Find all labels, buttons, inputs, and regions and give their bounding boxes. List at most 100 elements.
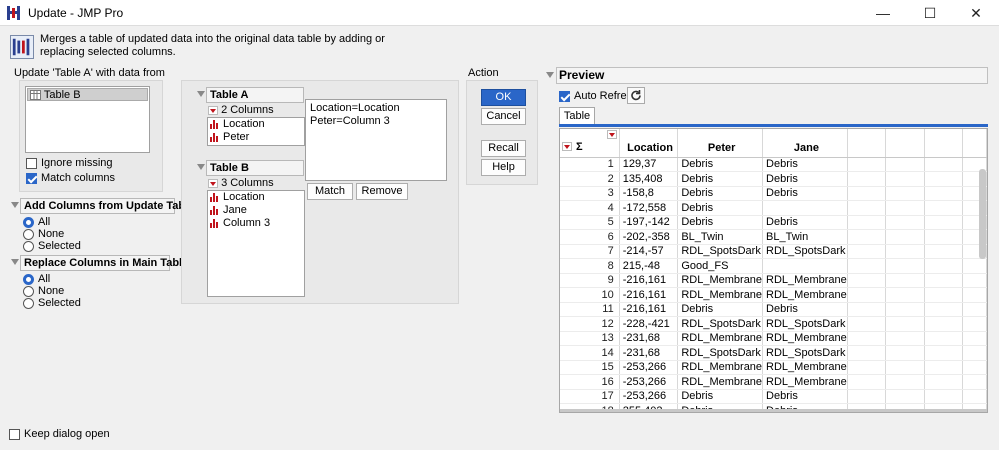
checkbox-box[interactable] [559, 90, 570, 102]
table-row[interactable]: 5 -197,-142 Debris Debris [560, 215, 987, 230]
cell-peter[interactable]: Debris [677, 157, 764, 172]
cell-jane[interactable]: RDL_Membrane [762, 374, 848, 390]
cell-peter[interactable]: RDL_SpotsDark [677, 345, 764, 361]
sigma-icon[interactable]: Σ [576, 141, 583, 153]
radio-dot[interactable] [23, 216, 34, 228]
ignore-missing-checkbox[interactable]: Ignore missing [26, 157, 113, 169]
cell-location[interactable]: 135,408 [619, 171, 679, 187]
row-number[interactable]: 3 [560, 186, 620, 201]
row-number[interactable]: 16 [560, 374, 620, 390]
collapse-triangle-icon[interactable] [197, 91, 205, 97]
table-row[interactable]: 16 -253,266 RDL_Membrane RDL_Membrane [560, 374, 987, 390]
table-row[interactable]: 1 129,37 Debris Debris [560, 157, 987, 172]
column-header-peter[interactable]: Peter [677, 129, 764, 158]
table-row[interactable]: 9 -216,161 RDL_Membrane RDL_Membrane [560, 273, 987, 288]
cell-location[interactable]: 215,-48 [619, 258, 679, 274]
cell-peter[interactable]: RDL_SpotsDark [677, 316, 764, 332]
match-columns-checkbox[interactable]: Match columns [26, 172, 115, 184]
cell-peter[interactable]: BL_Twin [677, 229, 764, 245]
cell-location[interactable]: -214,-57 [619, 244, 679, 259]
table-row[interactable]: 10 -216,161 RDL_Membrane RDL_Membrane [560, 287, 987, 303]
red-triangle-menu-icon[interactable] [208, 105, 218, 115]
cell-jane[interactable]: Debris [762, 215, 848, 230]
radio-dot[interactable] [23, 297, 34, 309]
column-header-location[interactable]: Location [619, 129, 679, 158]
collapse-triangle-icon[interactable] [546, 72, 554, 78]
cell-location[interactable]: -202,-358 [619, 229, 679, 245]
cell-peter[interactable]: Debris [677, 200, 764, 216]
preview-data-grid[interactable]: Σ Location Peter Jane 1 129,37 Debris Debri… [559, 128, 988, 413]
row-number[interactable]: 2 [560, 171, 620, 187]
cell-peter[interactable]: RDL_Membrane [677, 287, 764, 303]
tab-table-a[interactable]: Table A [559, 107, 595, 139]
list-item[interactable]: Column 3 [208, 217, 304, 230]
matched-columns-list[interactable]: Location=Location Peter=Column 3 [305, 99, 447, 181]
cell-location[interactable]: -197,-142 [619, 215, 679, 230]
row-number[interactable]: 9 [560, 273, 620, 288]
red-triangle-menu-icon[interactable] [208, 178, 218, 188]
refresh-button[interactable] [627, 87, 645, 104]
list-item[interactable]: Location [208, 118, 304, 131]
table-a-column-list[interactable]: Location Peter [207, 117, 305, 146]
keep-dialog-open-checkbox[interactable]: Keep dialog open [9, 428, 110, 440]
list-item[interactable]: Peter=Column 3 [308, 115, 444, 128]
row-number[interactable]: 14 [560, 345, 620, 361]
cell-peter[interactable]: RDL_Membrane [677, 331, 764, 346]
cell-peter[interactable]: Debris [677, 389, 764, 404]
checkbox-box[interactable] [9, 428, 20, 440]
cell-peter[interactable]: RDL_Membrane [677, 273, 764, 288]
table-row[interactable]: 17 -253,266 Debris Debris [560, 389, 987, 404]
cell-jane[interactable]: RDL_Membrane [762, 273, 848, 288]
row-number[interactable]: 11 [560, 302, 620, 317]
table-row[interactable]: 3 -158,8 Debris Debris [560, 186, 987, 201]
row-number[interactable]: 5 [560, 215, 620, 230]
row-number[interactable]: 10 [560, 287, 620, 303]
recall-button[interactable]: Recall [481, 140, 526, 157]
replace-selected-radio[interactable]: Selected [23, 297, 81, 309]
cell-jane[interactable] [762, 258, 848, 274]
match-button[interactable]: Match [307, 183, 353, 200]
cell-location[interactable]: -216,161 [619, 273, 679, 288]
row-number[interactable]: 1 [560, 157, 620, 172]
radio-dot[interactable] [23, 285, 34, 297]
row-number[interactable]: 6 [560, 229, 620, 245]
vertical-scrollbar-thumb[interactable] [979, 169, 986, 259]
radio-dot[interactable] [23, 273, 34, 285]
list-item[interactable]: Location [208, 191, 304, 204]
add-selected-radio[interactable]: Selected [23, 240, 81, 252]
cell-jane[interactable]: Debris [762, 171, 848, 187]
row-number[interactable]: 4 [560, 200, 620, 216]
table-row[interactable]: 14 -231,68 RDL_SpotsDark RDL_SpotsDark [560, 345, 987, 361]
cell-peter[interactable]: RDL_Membrane [677, 374, 764, 390]
help-button[interactable]: Help [481, 159, 526, 176]
cell-location[interactable]: -231,68 [619, 331, 679, 346]
cell-peter[interactable]: Good_FS [677, 258, 764, 274]
cell-jane[interactable]: RDL_SpotsDark [762, 316, 848, 332]
row-number[interactable]: 15 [560, 360, 620, 375]
cell-peter[interactable]: RDL_Membrane [677, 360, 764, 375]
close-button[interactable]: ✕ [953, 0, 999, 26]
collapse-triangle-icon[interactable] [11, 259, 19, 265]
cell-jane[interactable]: Debris [762, 157, 848, 172]
collapse-triangle-icon[interactable] [11, 202, 19, 208]
cell-location[interactable]: -172,558 [619, 200, 679, 216]
cell-location[interactable]: 129,37 [619, 157, 679, 172]
radio-dot[interactable] [23, 228, 34, 240]
cell-location[interactable]: -253,266 [619, 374, 679, 390]
cell-jane[interactable]: BL_Twin [762, 229, 848, 245]
cell-location[interactable]: -216,161 [619, 302, 679, 317]
cell-location[interactable]: -216,161 [619, 287, 679, 303]
cell-location[interactable]: -228,-421 [619, 316, 679, 332]
cell-jane[interactable]: RDL_SpotsDark [762, 244, 848, 259]
list-item[interactable]: Location=Location [308, 102, 444, 115]
add-all-radio[interactable]: All [23, 216, 50, 228]
cell-jane[interactable]: RDL_SpotsDark [762, 345, 848, 361]
cell-jane[interactable] [762, 200, 848, 216]
cell-location[interactable]: -231,68 [619, 345, 679, 361]
table-row[interactable]: 4 -172,558 Debris [560, 200, 987, 216]
cell-location[interactable]: -158,8 [619, 186, 679, 201]
cell-peter[interactable]: Debris [677, 171, 764, 187]
cancel-button[interactable]: Cancel [481, 108, 526, 125]
cell-location[interactable]: -253,266 [619, 360, 679, 375]
red-triangle-menu-icon[interactable] [607, 130, 617, 139]
